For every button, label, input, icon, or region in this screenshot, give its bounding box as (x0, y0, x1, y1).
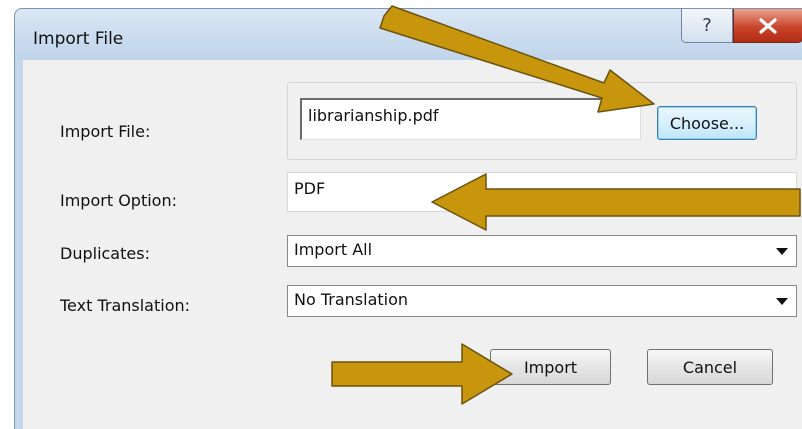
annotation-arrows (331, 5, 801, 405)
import-file-dialog: Import File ? Import File: librarianship… (0, 0, 802, 429)
pointer-arrow-icon (331, 5, 801, 405)
